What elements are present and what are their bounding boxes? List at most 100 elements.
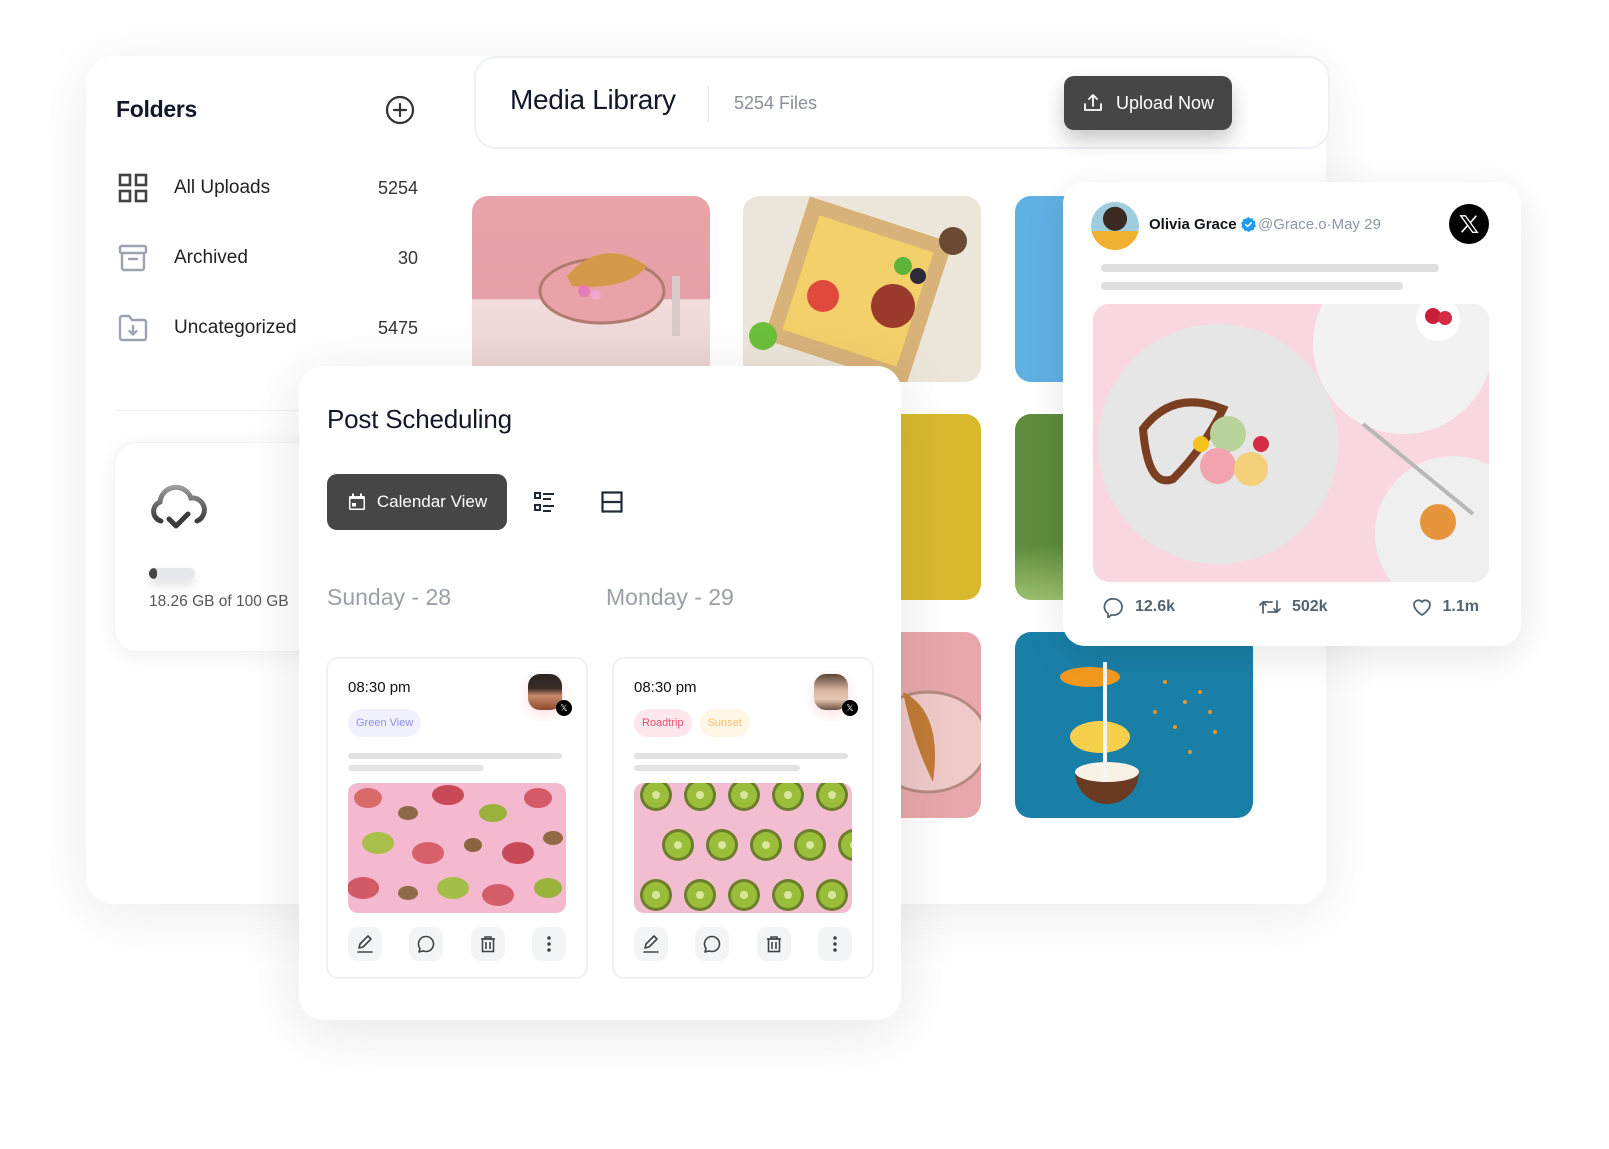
trash-icon xyxy=(480,936,495,953)
folder-count: 5475 xyxy=(377,317,418,338)
calendar-view-label: Calendar View xyxy=(376,492,488,511)
archive-icon xyxy=(116,241,150,275)
avatar: 𝕏 xyxy=(528,674,572,716)
cloud-check-icon xyxy=(151,484,207,529)
post-image-kiwi xyxy=(634,783,852,913)
post-actions xyxy=(634,927,852,961)
kiwi-slice xyxy=(762,841,770,849)
tweet-author-name: Olivia Grace xyxy=(1149,216,1237,233)
tag-green-view: Green View xyxy=(348,709,422,737)
media-tile-floating-fruit[interactable] xyxy=(1015,632,1253,818)
grid-icon xyxy=(116,171,150,205)
more-vertical-icon xyxy=(547,936,551,952)
more-vertical-icon xyxy=(833,936,837,952)
tweet-handle: @Grace.o xyxy=(1258,216,1327,233)
verified-badge-icon xyxy=(1241,217,1256,232)
x-logo-icon: 𝕏 xyxy=(556,700,572,716)
tweet-stats: 12.6k 502k 1.1m xyxy=(1103,596,1479,618)
kiwi-slice xyxy=(828,791,836,799)
folder-item-uncategorized[interactable]: Uncategorized 5475 xyxy=(116,308,418,348)
delete-button[interactable] xyxy=(756,927,791,961)
text-placeholder xyxy=(1101,264,1439,272)
folder-item-archived[interactable]: Archived 30 xyxy=(116,238,418,278)
tweet-image-macarons xyxy=(1093,304,1489,582)
retweet-button[interactable]: 502k xyxy=(1258,596,1328,618)
comment-button[interactable] xyxy=(695,927,730,961)
retweet-icon xyxy=(1259,600,1281,614)
like-count: 1.1m xyxy=(1442,598,1479,615)
upload-now-button[interactable]: Upload Now xyxy=(1064,76,1232,130)
split-view-icon xyxy=(601,491,623,513)
divider xyxy=(708,86,709,122)
heart-icon xyxy=(1412,599,1431,616)
reply-count: 12.6k xyxy=(1135,598,1176,615)
post-scheduling-panel: Post Scheduling Calendar View Sunday - 2… xyxy=(299,366,901,1020)
post-tags: Roadtrip Sunset xyxy=(634,709,750,737)
reply-icon xyxy=(1103,597,1123,618)
post-scheduling-title: Post Scheduling xyxy=(327,404,512,434)
day-label-sunday: Sunday - 28 xyxy=(327,584,452,610)
edit-button[interactable] xyxy=(348,927,382,961)
folder-item-all-uploads[interactable]: All Uploads 5254 xyxy=(116,168,418,208)
folders-title: Folders xyxy=(116,96,197,122)
kiwi-slice xyxy=(696,791,704,799)
media-tile-fruit-box[interactable] xyxy=(743,196,981,382)
media-library-title: Media Library xyxy=(510,84,676,115)
media-tile-croissant[interactable] xyxy=(472,196,710,382)
delete-button[interactable] xyxy=(470,927,505,961)
folder-label: All Uploads xyxy=(174,177,271,198)
upload-now-label: Upload Now xyxy=(1115,92,1215,113)
file-count: 5254 Files xyxy=(734,93,818,113)
kiwi-slice xyxy=(784,891,792,899)
list-view-icon xyxy=(534,492,554,512)
retweet-count: 502k xyxy=(1291,598,1328,615)
text-placeholder xyxy=(348,753,562,759)
calendar-view-button[interactable]: Calendar View xyxy=(327,474,507,530)
x-logo-icon: 𝕏 xyxy=(842,700,858,716)
post-image-figs xyxy=(348,783,566,913)
tag-roadtrip: Roadtrip xyxy=(634,709,692,737)
kiwi-slice xyxy=(740,891,748,899)
kiwi-slice xyxy=(696,891,704,899)
comment-icon xyxy=(418,935,435,953)
reply-button[interactable]: 12.6k xyxy=(1103,596,1175,618)
tweet-handle-date: @Grace.o·May 29 xyxy=(1258,216,1381,233)
add-folder-button[interactable] xyxy=(384,94,416,126)
comment-button[interactable] xyxy=(409,927,444,961)
more-options-button[interactable] xyxy=(531,927,566,961)
x-logo-button[interactable] xyxy=(1449,204,1489,244)
more-options-button[interactable] xyxy=(817,927,852,961)
kiwi-slice xyxy=(652,791,660,799)
tweet-preview-card: Olivia Grace @Grace.o·May 29 12.6k 502k … xyxy=(1063,182,1521,646)
kiwi-slice xyxy=(652,891,660,899)
like-button[interactable]: 1.1m xyxy=(1411,596,1479,618)
storage-progress-bar xyxy=(149,568,195,579)
folder-label: Archived xyxy=(174,247,248,268)
pencil-icon xyxy=(357,935,373,953)
folder-download-icon xyxy=(116,311,150,345)
list-view-button[interactable] xyxy=(529,486,561,518)
post-actions xyxy=(348,927,566,961)
text-placeholder xyxy=(348,765,484,771)
kiwi-slice xyxy=(674,841,682,849)
plus-circle-icon xyxy=(385,95,415,125)
avatar: 𝕏 xyxy=(814,674,858,716)
split-view-button[interactable] xyxy=(596,486,628,518)
folder-count: 5254 xyxy=(377,177,418,198)
kiwi-slice xyxy=(740,791,748,799)
avatar xyxy=(1091,202,1139,250)
upload-icon xyxy=(1084,94,1102,111)
edit-button[interactable] xyxy=(634,927,668,961)
storage-progress-fill xyxy=(149,568,158,579)
scheduled-post-card[interactable]: 08:30 pm 𝕏 Roadtrip Sunset xyxy=(612,657,874,979)
folder-count: 30 xyxy=(397,247,418,268)
scheduled-post-card[interactable]: 08:30 pm 𝕏 Green View xyxy=(326,657,588,979)
post-time: 08:30 pm xyxy=(634,679,697,696)
kiwi-slice xyxy=(806,841,814,849)
trash-icon xyxy=(766,936,781,953)
comment-icon xyxy=(704,935,721,953)
kiwi-slice xyxy=(784,791,792,799)
post-time: 08:30 pm xyxy=(348,679,411,696)
kiwi-slice xyxy=(718,841,726,849)
pencil-icon xyxy=(643,935,659,953)
